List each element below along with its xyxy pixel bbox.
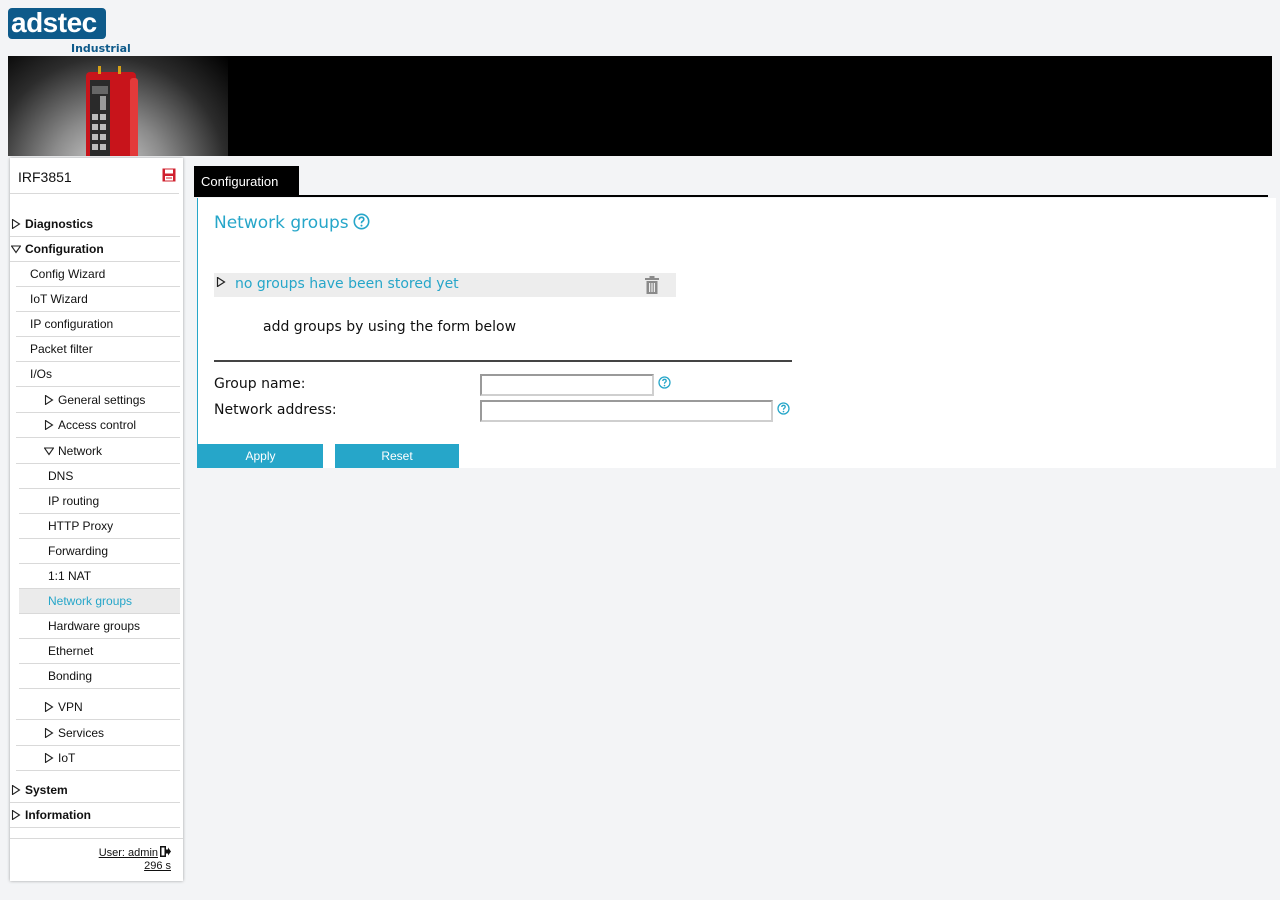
sidebar-item-bonding[interactable]: Bonding (19, 664, 180, 689)
sidebar-item-iot-wizard[interactable]: IoT Wizard (16, 287, 180, 312)
sidebar-item-1-1-nat[interactable]: 1:1 NAT (19, 564, 180, 589)
form-separator (214, 360, 792, 362)
triangle-right-icon (216, 277, 226, 287)
triangle-right-icon (44, 728, 54, 738)
header-banner (8, 56, 1272, 156)
sidebar-item-label: Config Wizard (30, 267, 106, 281)
help-icon[interactable] (353, 213, 370, 230)
sidebar-item-label: Diagnostics (25, 217, 94, 231)
user-link[interactable]: User: admin (10, 846, 171, 859)
sidebar-item-diagnostics[interactable]: Diagnostics (10, 212, 180, 237)
sidebar-item-label: IP routing (48, 494, 100, 508)
sidebar: IRF3851 Diagnostics Configuration Config W… (10, 158, 183, 881)
sidebar-item-label: Services (58, 726, 105, 740)
sidebar-item-label: Ethernet (48, 644, 94, 658)
sidebar-item-config-wizard[interactable]: Config Wizard (16, 262, 180, 287)
network-address-help-icon[interactable] (777, 402, 790, 415)
sidebar-item-ethernet[interactable]: Ethernet (19, 639, 180, 664)
adstec-logo: adstec Industrial IT (8, 8, 138, 68)
triangle-right-icon (44, 702, 54, 712)
triangle-right-icon (44, 420, 54, 430)
logo-text: adstec (8, 8, 106, 39)
add-groups-hint: add groups by using the form below (263, 319, 517, 335)
apply-button[interactable]: Apply (198, 444, 323, 468)
tab-underline (194, 195, 1268, 197)
sidebar-item-label: HTTP Proxy (48, 519, 114, 533)
tab-configuration[interactable]: Configuration (194, 166, 299, 196)
sidebar-item-label: Network groups (48, 594, 133, 608)
sidebar-item-information[interactable]: Information (10, 803, 180, 828)
sidebar-item-label: Access control (58, 418, 137, 432)
sidebar-item-label: IP configuration (30, 317, 114, 331)
page-title: Network groups (214, 213, 370, 233)
sidebar-item-forwarding[interactable]: Forwarding (19, 539, 180, 564)
sidebar-item-network[interactable]: Network (16, 439, 180, 464)
sidebar-item-label: Forwarding (48, 544, 109, 558)
triangle-right-icon (11, 810, 21, 820)
network-address-label: Network address: (214, 402, 337, 418)
triangle-down-icon (11, 245, 21, 254)
network-address-input[interactable] (480, 400, 773, 422)
device-name: IRF3851 (18, 169, 72, 185)
sidebar-item-label: VPN (58, 700, 83, 714)
sidebar-item-services[interactable]: Services (16, 721, 180, 746)
sidebar-item-packet-filter[interactable]: Packet filter (16, 337, 180, 362)
content-panel: Network groups no groups have been store… (197, 198, 1276, 468)
logout-icon[interactable] (160, 846, 171, 857)
triangle-right-icon (44, 395, 54, 405)
sidebar-item-label: Hardware groups (48, 619, 141, 633)
sidebar-footer: User: admin 296 s (10, 838, 183, 881)
sidebar-item-vpn[interactable]: VPN (16, 695, 180, 720)
sidebar-item-label: Network (58, 444, 103, 458)
sidebar-item-label: Bonding (48, 669, 93, 683)
page-title-text: Network groups (214, 213, 349, 233)
user-label[interactable]: User: admin (99, 847, 158, 859)
sidebar-item-label: Packet filter (30, 342, 93, 356)
sidebar-item-label: General settings (58, 393, 146, 407)
group-name-help-icon[interactable] (658, 376, 671, 389)
sidebar-item-ip-configuration[interactable]: IP configuration (16, 312, 180, 337)
sidebar-item-label: System (25, 783, 68, 797)
triangle-right-icon (44, 753, 54, 763)
sidebar-item-access-control[interactable]: Access control (16, 413, 180, 438)
empty-groups-message: no groups have been stored yet (235, 276, 459, 292)
device-image (86, 66, 138, 156)
sidebar-item-label: IoT (58, 751, 76, 765)
group-name-label: Group name: (214, 376, 306, 392)
sidebar-item-dns[interactable]: DNS (19, 464, 180, 489)
sidebar-header: IRF3851 (10, 158, 179, 194)
sidebar-item-label: IoT Wizard (30, 292, 88, 306)
group-name-input[interactable] (480, 374, 654, 396)
sidebar-item-network-groups[interactable]: Network groups (19, 589, 180, 614)
sidebar-item-http-proxy[interactable]: HTTP Proxy (19, 514, 180, 539)
sidebar-item-system[interactable]: System (10, 778, 180, 803)
sidebar-item-label: Configuration (25, 242, 104, 256)
triangle-right-icon (11, 219, 21, 229)
reset-button[interactable]: Reset (335, 444, 459, 468)
triangle-down-icon (44, 447, 54, 456)
sidebar-item-iot[interactable]: IoT (16, 746, 180, 771)
sidebar-item-configuration[interactable]: Configuration (10, 237, 180, 262)
save-icon[interactable] (162, 168, 176, 182)
sidebar-item-label: DNS (48, 469, 74, 483)
sidebar-item-i-os[interactable]: I/Os (16, 362, 180, 387)
sidebar-item-ip-routing[interactable]: IP routing (19, 489, 180, 514)
session-timer: 296 s (144, 860, 171, 872)
group-list-row[interactable]: no groups have been stored yet (214, 273, 676, 297)
triangle-right-icon (11, 785, 21, 795)
sidebar-item-label: I/Os (30, 367, 53, 381)
sidebar-item-hardware-groups[interactable]: Hardware groups (19, 614, 180, 639)
sidebar-item-label: 1:1 NAT (48, 569, 92, 583)
sidebar-item-general-settings[interactable]: General settings (16, 388, 180, 413)
sidebar-item-label: Information (25, 808, 91, 822)
trash-icon[interactable] (644, 276, 660, 294)
